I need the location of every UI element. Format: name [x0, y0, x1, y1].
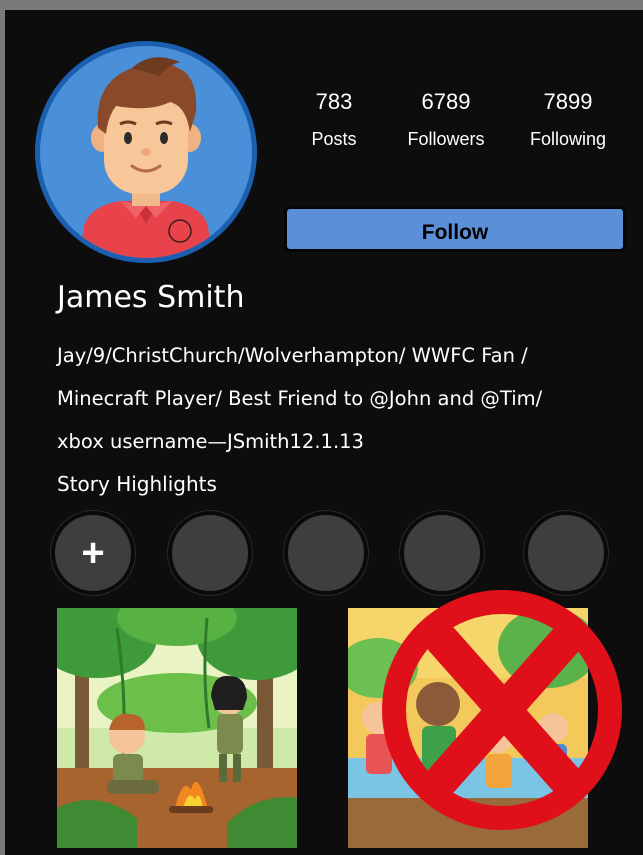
boy-avatar-icon	[80, 57, 212, 258]
bio-line: Minecraft Player/ Best Friend to @John a…	[57, 387, 543, 410]
following-label: Following	[529, 129, 607, 149]
camping-children-image	[57, 608, 297, 848]
followers-stat[interactable]: 6789 Followers	[391, 88, 501, 151]
bio-line: Jay/9/ChristChurch/Wolverhampton/ WWFC F…	[57, 344, 528, 367]
following-count: 7899	[543, 89, 593, 114]
add-highlight-button[interactable]: +	[51, 511, 135, 595]
profile-avatar[interactable]	[35, 41, 257, 263]
story-highlight[interactable]	[284, 511, 368, 595]
posts-label: Posts	[311, 129, 357, 149]
profile-bio: Jay/9/ChristChurch/Wolverhampton/ WWFC F…	[57, 334, 642, 463]
follow-button[interactable]: Follow	[284, 206, 626, 252]
bio-line: xbox username—JSmith12.1.13	[57, 430, 364, 453]
story-highlight[interactable]	[168, 511, 252, 595]
followers-label: Followers	[407, 129, 485, 149]
story-highlights-title: Story Highlights	[57, 472, 217, 496]
posts-count: 783	[315, 89, 353, 114]
following-stat[interactable]: 7899 Following	[513, 88, 623, 151]
posts-stat[interactable]: 783 Posts	[279, 88, 389, 151]
red-cross-icon	[382, 590, 622, 830]
followers-count: 6789	[421, 89, 471, 114]
post-thumbnail[interactable]	[57, 608, 297, 848]
profile-name: James Smith	[57, 280, 245, 315]
profile-screen: 783 Posts 6789 Followers 7899 Following …	[5, 10, 643, 855]
